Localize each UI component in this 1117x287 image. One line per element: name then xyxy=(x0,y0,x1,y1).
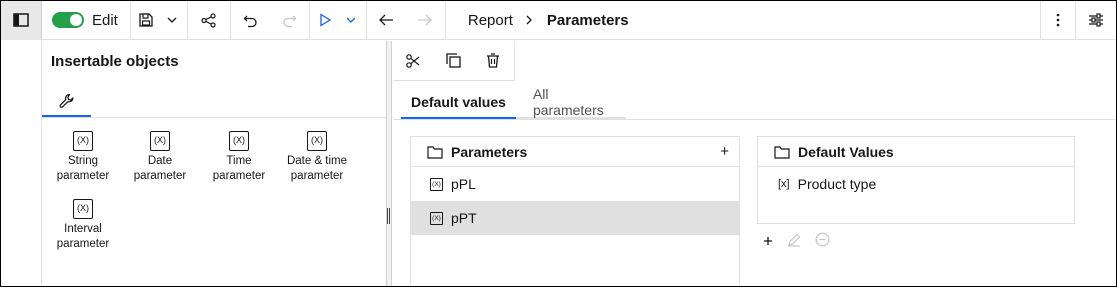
action-toolbar xyxy=(393,41,515,81)
tab-toolbox[interactable] xyxy=(42,87,91,117)
insertable-objects-panel: Insertable objects (X) String parameter … xyxy=(42,41,386,286)
data-item-icon: [x] xyxy=(778,178,790,190)
subtract-circle-icon xyxy=(815,232,830,247)
folder-icon xyxy=(774,145,790,159)
chevron-down-icon xyxy=(346,17,356,23)
parameters-list-header: Parameters + xyxy=(411,137,739,167)
parameter-name: pPT xyxy=(451,210,477,226)
parameter-icon: (X) xyxy=(73,199,93,219)
parameter-row-ppt[interactable]: (X) pPT xyxy=(411,201,739,235)
left-rail xyxy=(1,41,42,286)
save-icon xyxy=(139,13,153,27)
parameter-icon: (X) xyxy=(430,177,443,191)
parameter-icon: (X) xyxy=(73,131,93,151)
default-values-actions xyxy=(763,232,830,250)
tab-all-parameters[interactable]: All parameters xyxy=(515,86,626,119)
panel-toggle-button[interactable] xyxy=(1,1,42,40)
share-button[interactable] xyxy=(188,1,230,40)
default-values-title: Default Values xyxy=(798,143,894,160)
interval-parameter-item[interactable]: (X) Interval parameter xyxy=(38,199,128,252)
pencil-icon xyxy=(788,233,801,247)
add-parameter-button[interactable]: + xyxy=(720,143,729,160)
default-value-name: Product type xyxy=(797,176,877,192)
forward-button[interactable] xyxy=(405,1,445,40)
object-label: Date xyxy=(147,155,173,167)
chevron-down-icon xyxy=(167,17,177,23)
remove-value-button[interactable] xyxy=(815,232,830,250)
top-toolbar: Edit Report Parameters xyxy=(1,1,1116,40)
chevron-right-icon xyxy=(526,15,532,25)
parameter-icon: (X) xyxy=(307,131,327,151)
share-icon xyxy=(201,12,216,28)
save-button[interactable] xyxy=(131,1,161,40)
breadcrumb-current: Parameters xyxy=(546,11,629,29)
parameters-list-title: Parameters xyxy=(451,143,528,160)
splitter-grip-icon[interactable] xyxy=(387,208,390,224)
default-values-header: Default Values xyxy=(758,137,1074,167)
undo-icon xyxy=(243,15,257,27)
parameter-icon: (X) xyxy=(229,131,249,151)
object-label: parameter xyxy=(56,238,110,250)
object-label: String xyxy=(67,155,99,167)
parameter-name: pPL xyxy=(451,176,476,192)
add-icon xyxy=(764,236,772,245)
tab-default-values[interactable]: Default values xyxy=(401,87,516,119)
object-label: Date & time xyxy=(286,155,348,167)
edit-mode-label: Edit xyxy=(92,11,118,29)
back-button[interactable] xyxy=(367,1,405,40)
arrow-left-icon xyxy=(378,14,393,26)
cut-button[interactable] xyxy=(393,41,433,80)
object-label: parameter xyxy=(212,170,266,182)
scissors-icon xyxy=(406,53,420,68)
tab-divider xyxy=(393,119,1116,120)
redo-icon xyxy=(283,15,297,27)
default-values-box: Default Values [x] Product type xyxy=(757,136,1075,224)
folder-icon xyxy=(427,145,443,159)
copy-icon xyxy=(445,53,461,68)
breadcrumb-report-link[interactable]: Report xyxy=(468,12,513,29)
overflow-menu-icon xyxy=(1056,13,1060,27)
copy-button[interactable] xyxy=(433,41,473,80)
tab-bar: Default values All parameters xyxy=(401,86,626,119)
object-label: Time xyxy=(226,155,252,167)
default-value-row[interactable]: [x] Product type xyxy=(758,167,1074,201)
redo-button[interactable] xyxy=(271,1,309,40)
trash-icon xyxy=(487,53,499,68)
panel-splitter[interactable] xyxy=(386,41,392,286)
panel-title: Insertable objects xyxy=(51,53,179,70)
run-button[interactable] xyxy=(310,1,340,40)
breadcrumb: Report Parameters xyxy=(468,12,629,29)
parameters-editor: Default values All parameters Parameters… xyxy=(393,41,1116,286)
run-menu-button[interactable] xyxy=(340,1,362,40)
tab-underline xyxy=(42,117,386,118)
settings-adjust-icon xyxy=(1089,13,1103,27)
object-label: parameter xyxy=(290,170,344,182)
undo-button[interactable] xyxy=(231,1,271,40)
edit-value-button[interactable] xyxy=(787,233,801,250)
time-parameter-item[interactable]: (X) Time parameter xyxy=(194,131,284,184)
object-label: parameter xyxy=(133,170,187,182)
arrow-right-icon xyxy=(417,14,432,26)
date-parameter-item[interactable]: (X) Date parameter xyxy=(115,131,205,184)
add-value-button[interactable] xyxy=(763,234,773,249)
parameter-icon: (X) xyxy=(150,131,170,151)
app-window: Edit Report Parameters Insertable object… xyxy=(0,0,1117,287)
save-menu-button[interactable] xyxy=(161,1,183,40)
toolbar-divider xyxy=(444,1,446,40)
parameters-list-box: Parameters + (X) pPL (X) pPT xyxy=(410,136,740,286)
object-label: parameter xyxy=(56,170,110,182)
wrench-icon xyxy=(59,93,73,108)
sidebar-panel-icon xyxy=(13,13,29,27)
play-icon xyxy=(320,13,332,27)
parameter-icon: (X) xyxy=(430,211,443,225)
more-options-button[interactable] xyxy=(1041,1,1075,40)
date-time-parameter-item[interactable]: (X) Date & time parameter xyxy=(272,131,362,184)
object-label: Interval xyxy=(64,223,102,235)
edit-mode-toggle[interactable] xyxy=(52,12,84,28)
parameter-row-ppl[interactable]: (X) pPL xyxy=(411,167,739,201)
delete-button[interactable] xyxy=(473,41,513,80)
properties-button[interactable] xyxy=(1076,1,1116,40)
